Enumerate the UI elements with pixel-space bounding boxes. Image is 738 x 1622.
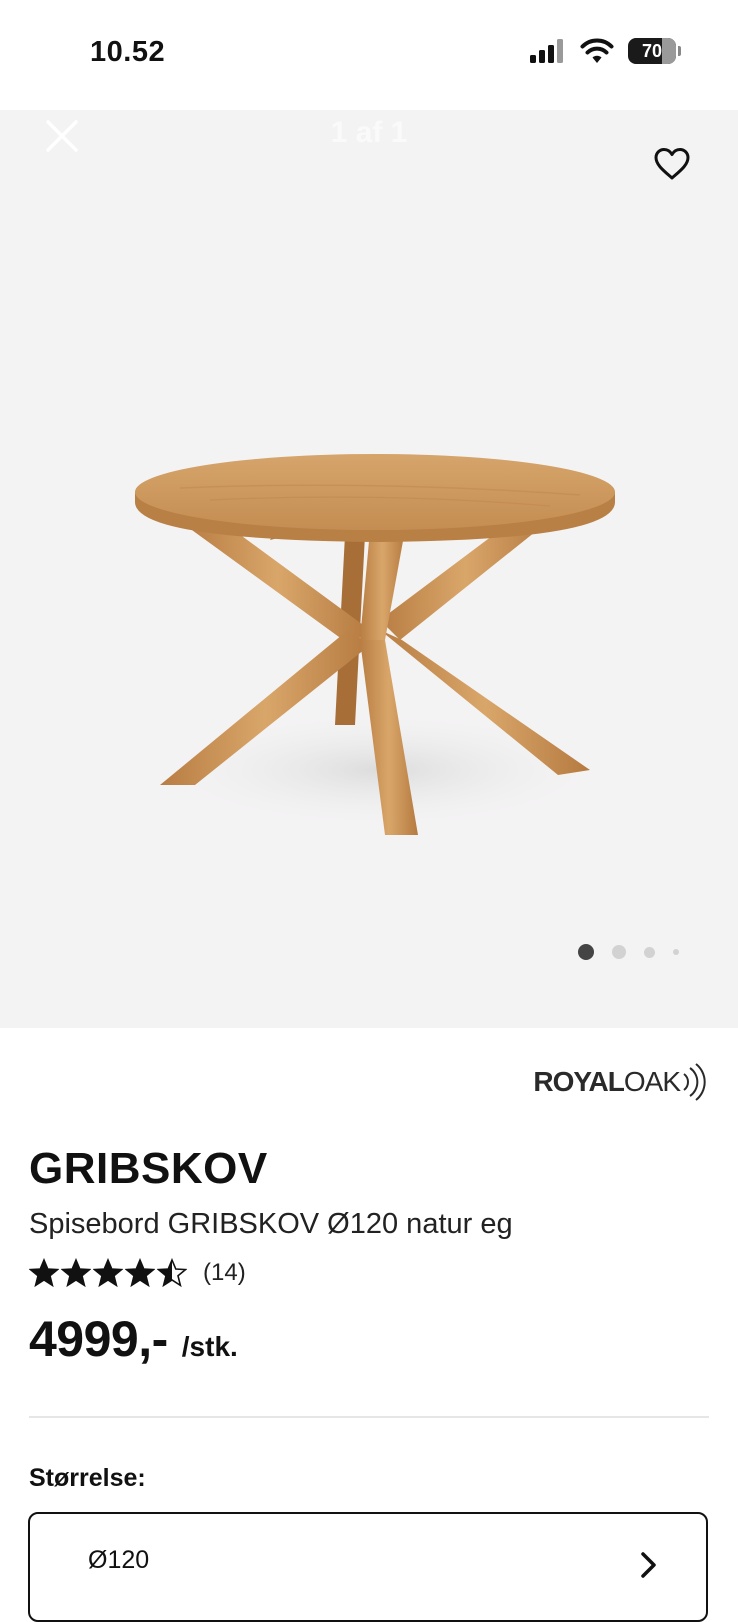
status-time: 10.52 [90,36,166,68]
heart-icon [654,148,690,180]
image-counter: 1 af 1 [330,116,408,149]
brand-logo-royal: ROYAL [533,1066,624,1097]
star-icon [61,1258,91,1288]
price-row: 4999,- /stk. [29,1310,238,1368]
review-count[interactable]: (14) [203,1259,246,1287]
favorite-button[interactable] [650,142,694,186]
pagination-dot[interactable] [644,946,655,958]
brand-waves-icon [683,1063,706,1101]
size-value: Ø120 [88,1546,150,1574]
battery-icon: 70 [628,38,681,64]
pagination-dot[interactable] [612,945,626,959]
star-icon [125,1258,155,1288]
pagination-dot[interactable] [578,944,594,960]
product-price: 4999,- [29,1311,168,1367]
product-info: ROYAL OAK GRIBSKOV Spisebord GRIBSKOV Ø1… [0,1028,738,1622]
wifi-icon [580,38,614,63]
divider [29,1416,709,1418]
chevron-right-icon [641,1552,656,1578]
rating-row[interactable]: (14) [29,1258,246,1288]
star-icon [157,1258,187,1288]
cellular-signal-icon [530,39,563,63]
star-icon [29,1258,59,1288]
brand-logo: ROYAL OAK [533,1056,710,1108]
size-selector[interactable]: Ø120 [28,1512,708,1622]
gallery-pagination[interactable] [578,944,679,960]
status-icons: 70 [530,38,681,64]
price-unit: /stk. [181,1331,238,1362]
product-description: Spisebord GRIBSKOV Ø120 natur eg [29,1208,513,1240]
brand-logo-oak: OAK [623,1066,681,1097]
pagination-dot[interactable] [673,949,679,955]
status-bar: 10.52 70 [0,0,738,110]
battery-level: 70 [641,40,663,61]
product-gallery[interactable]: 1 af 1 [0,110,738,1028]
product-name: GRIBSKOV [29,1144,268,1193]
star-icon [93,1258,123,1288]
star-rating [29,1258,187,1288]
size-label: Størrelse: [29,1464,146,1492]
product-image[interactable] [120,330,640,870]
